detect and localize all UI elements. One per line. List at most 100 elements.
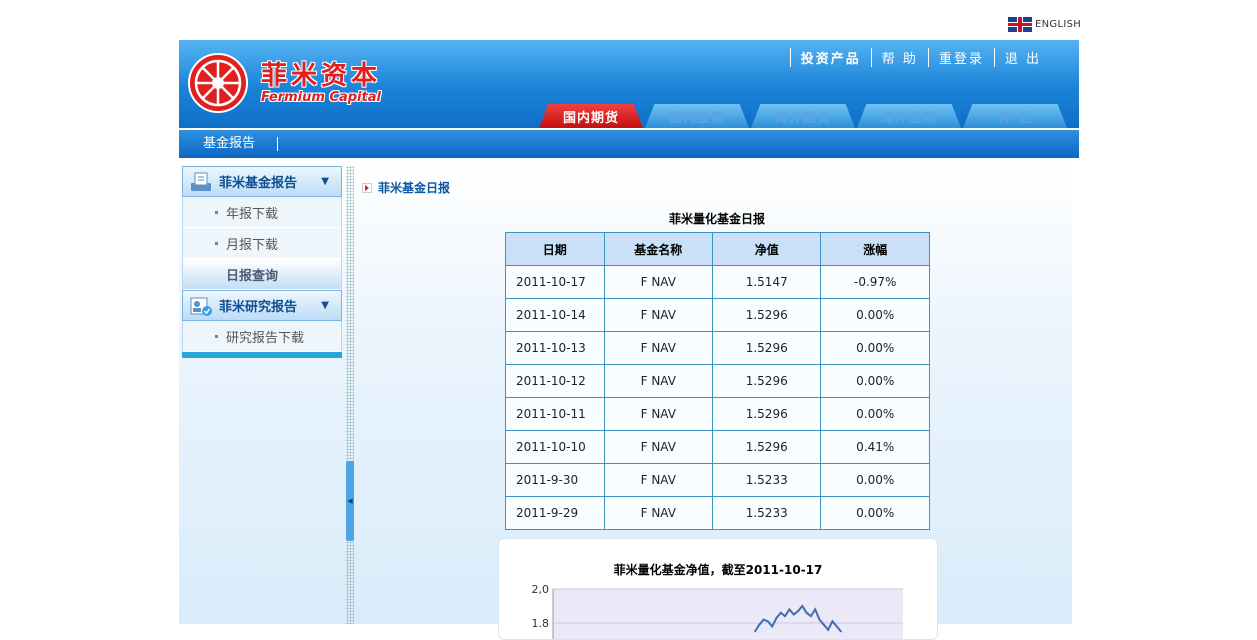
main-content: 菲米基金日报 菲米量化基金日报 日期 基金名称 净值 涨幅 2011-10-17… (362, 166, 1070, 640)
cell-nav: 1.5296 (711, 364, 822, 398)
top-menu: 投资产品 帮 助 重登录 退 出 (789, 48, 1051, 67)
sidebar-footer (182, 352, 342, 358)
sidebar: 菲米基金报告 ▼ 年报下载 月报下载 日报查询 菲米研究报告 ▼ 研究报告下载 (182, 166, 342, 358)
table-row: 2011-10-12 F NAV 1.5296 0.00% (505, 364, 930, 398)
cell-fund-name: F NAV (603, 496, 713, 530)
sidebar-section-title: 菲米基金报告 (219, 176, 298, 191)
collapse-sidebar-button[interactable]: ◀ (346, 461, 354, 541)
sidebar-item-label: 年报下载 (226, 206, 279, 222)
table-row: 2011-10-10 F NAV 1.5296 0.41% (505, 430, 930, 464)
logo[interactable]: 菲米资本 Fermium Capital (187, 52, 381, 114)
tab-overseas-stocks[interactable]: 海外股票 (857, 104, 961, 128)
cell-fund-name: F NAV (603, 397, 713, 431)
table-title: 菲米量化基金日报 (668, 212, 765, 226)
report-tray-icon (191, 172, 211, 191)
cell-date: 2011-9-30 (505, 463, 605, 497)
cell-nav: 1.5296 (711, 298, 822, 332)
chart-data-point (831, 620, 834, 623)
sidebar-item-label: 研究报告下载 (226, 330, 305, 346)
tab-domestic-futures[interactable]: 国内期货 (539, 104, 643, 128)
research-person-icon (190, 297, 212, 316)
cell-date: 2011-10-11 (505, 397, 605, 431)
section-title: 菲米基金日报 (362, 179, 450, 196)
top-menu-help[interactable]: 帮 助 (870, 48, 928, 67)
cell-date: 2011-9-29 (505, 496, 605, 530)
sidebar-section-fund-report[interactable]: 菲米基金报告 ▼ (182, 166, 342, 197)
chart-data-point (814, 608, 816, 611)
column-header-nav: 净值 (711, 232, 822, 266)
chart-data-point (840, 630, 842, 633)
cell-nav: 1.5147 (711, 265, 822, 299)
column-header-change: 涨幅 (820, 232, 930, 266)
chart-data-point (758, 623, 761, 626)
arrow-right-icon (362, 182, 372, 193)
sidebar-item-daily-report[interactable]: 日报查询 (182, 259, 342, 290)
top-menu-logout[interactable]: 退 出 (993, 48, 1051, 67)
chevron-down-icon: ▼ (321, 176, 329, 187)
chart-data-point (797, 610, 799, 612)
cell-date: 2011-10-12 (505, 364, 605, 398)
cell-change: 0.41% (820, 430, 930, 464)
cell-fund-name: F NAV (603, 331, 713, 365)
sidebar-item-annual-report[interactable]: 年报下载 (182, 197, 342, 228)
sidebar-section-research-report[interactable]: 菲米研究报告 ▼ (182, 290, 342, 321)
cell-change: 0.00% (820, 397, 930, 431)
cell-fund-name: F NAV (603, 430, 713, 464)
sidebar-divider (346, 166, 354, 624)
sidebar-item-monthly-report[interactable]: 月报下载 (182, 228, 342, 259)
cell-fund-name: F NAV (603, 463, 713, 497)
language-label: ENGLISH (1035, 19, 1082, 30)
chart-data-point (827, 629, 829, 631)
chart-data-point (801, 605, 804, 607)
bullet-icon (215, 334, 218, 338)
chart-data-point (818, 618, 821, 621)
market-tabs: 国内期货 国内股票 海外期货 海外股票 外 汇 (539, 104, 1069, 128)
tab-domestic-stocks[interactable]: 国内股票 (645, 104, 749, 128)
header: 菲米资本 Fermium Capital 投资产品 帮 助 重登录 退 出 国内… (179, 40, 1079, 128)
chart-data-point (775, 617, 778, 619)
cell-nav: 1.5233 (711, 496, 822, 530)
cell-fund-name: F NAV (603, 265, 713, 299)
top-menu-products[interactable]: 投资产品 (789, 48, 871, 67)
subnav-fund-report[interactable]: 基金报告 (203, 137, 279, 151)
top-menu-relogin[interactable]: 重登录 (927, 48, 994, 67)
chart-data-point (823, 623, 825, 626)
tab-overseas-futures[interactable]: 海外期货 (751, 104, 855, 128)
cell-change: 0.00% (820, 364, 930, 398)
section-title-text: 菲米基金日报 (378, 181, 451, 195)
chart-data-point (835, 625, 838, 628)
chart-y-tick-label: 2,0 (532, 583, 550, 596)
language-switch[interactable]: ENGLISH (1008, 17, 1081, 32)
chart-data-point (788, 608, 791, 611)
table-row: 2011-10-14 F NAV 1.5296 0.00% (505, 298, 930, 332)
chart-data-point (767, 620, 769, 623)
logo-wheel-icon (188, 53, 248, 113)
table-header-row: 日期 基金名称 净值 涨幅 (505, 232, 930, 266)
sidebar-item-research-download[interactable]: 研究报告下载 (182, 321, 342, 352)
chart-data-point (810, 615, 812, 617)
cell-change: 0.00% (820, 463, 930, 497)
cell-nav: 1.5233 (711, 463, 822, 497)
chart-data-point (780, 612, 782, 614)
sub-navigation: 基金报告 (179, 130, 1079, 158)
chevron-left-icon: ◀ (347, 497, 353, 505)
sidebar-item-label: 日报查询 (226, 268, 279, 284)
table-row: 2011-9-30 F NAV 1.5233 0.00% (505, 463, 930, 497)
cell-change: 0.00% (820, 331, 930, 365)
chart-data-point (805, 612, 808, 614)
nav-chart-panel: 菲米量化基金净值，截至2011-10-17 2,0 1.8 (498, 538, 938, 640)
cell-nav: 1.5296 (711, 331, 822, 365)
sidebar-section-title: 菲米研究报告 (219, 300, 298, 315)
daily-nav-table: 日期 基金名称 净值 涨幅 2011-10-17 F NAV 1.5147 -0.97… (505, 232, 930, 530)
column-header-date: 日期 (505, 232, 605, 266)
cell-nav: 1.5296 (711, 397, 822, 431)
uk-flag-icon (1008, 17, 1032, 32)
chart-data-point (771, 625, 773, 628)
chart-plot-area (553, 589, 903, 639)
cell-fund-name: F NAV (603, 298, 713, 332)
tab-forex[interactable]: 外 汇 (963, 104, 1067, 128)
cell-date: 2011-10-13 (505, 331, 605, 365)
table-row: 2011-10-13 F NAV 1.5296 0.00% (505, 331, 930, 365)
logo-english-name: Fermium Capital (261, 89, 381, 105)
cell-date: 2011-10-14 (505, 298, 605, 332)
